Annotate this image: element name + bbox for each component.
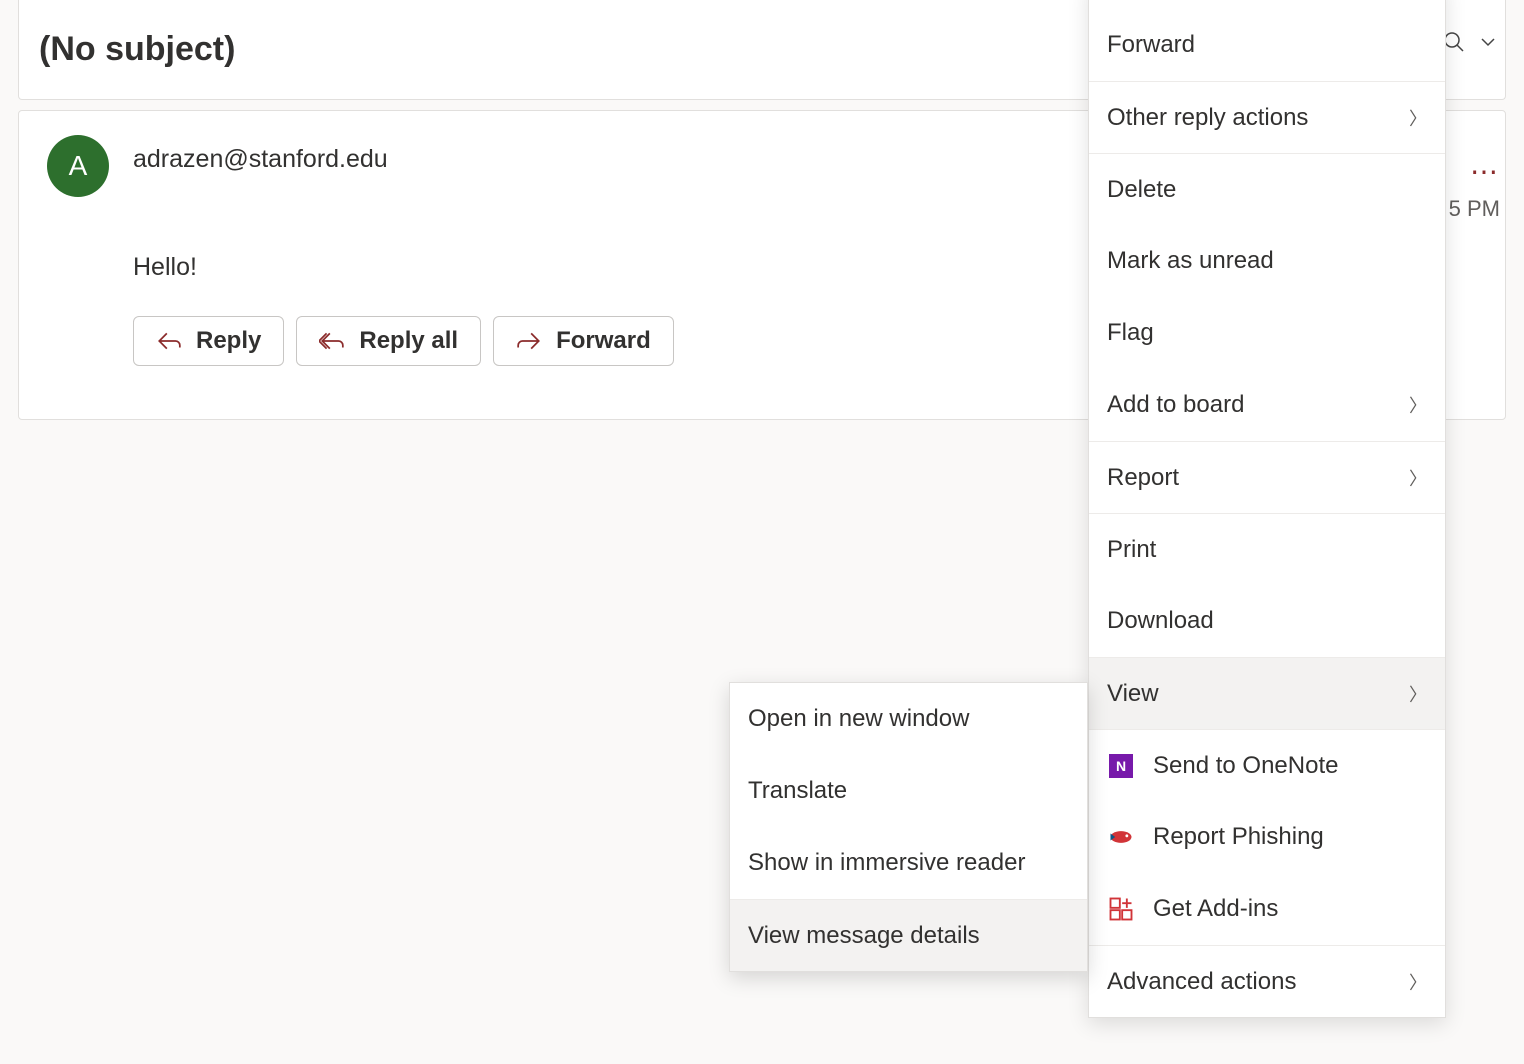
reply-button[interactable]: Reply <box>133 316 284 366</box>
submenu-translate[interactable]: Translate <box>730 755 1087 827</box>
avatar[interactable]: A <box>47 135 109 197</box>
reply-all-label: Reply all <box>359 327 458 355</box>
menu-reply-all[interactable]: Reply all <box>1089 0 1445 9</box>
reply-all-button[interactable]: Reply all <box>296 316 481 366</box>
menu-mark-unread[interactable]: Mark as unread <box>1089 225 1445 297</box>
menu-download[interactable]: Download <box>1089 585 1445 657</box>
reply-all-icon <box>319 328 345 354</box>
chevron-right-icon: 〉 <box>1409 392 1427 418</box>
top-right-controls <box>1442 30 1500 59</box>
submenu-view-message-details[interactable]: View message details <box>730 899 1087 971</box>
submenu-immersive-reader[interactable]: Show in immersive reader <box>730 827 1087 899</box>
menu-report[interactable]: Report 〉 <box>1089 441 1445 513</box>
chevron-right-icon: 〉 <box>1409 105 1427 131</box>
chevron-right-icon: 〉 <box>1409 681 1427 707</box>
context-menu: Reply all Forward Other reply actions 〉 … <box>1088 0 1446 1018</box>
view-submenu: Open in new window Translate Show in imm… <box>729 682 1088 972</box>
reply-icon <box>156 328 182 354</box>
more-actions-button[interactable]: ⋯ <box>1470 155 1500 188</box>
menu-view[interactable]: View 〉 <box>1089 657 1445 729</box>
reply-label: Reply <box>196 327 261 355</box>
menu-forward[interactable]: Forward <box>1089 9 1445 81</box>
addins-icon <box>1107 895 1135 923</box>
phishing-icon <box>1107 823 1135 851</box>
forward-button[interactable]: Forward <box>493 316 674 366</box>
menu-send-to-onenote[interactable]: N Send to OneNote <box>1089 729 1445 801</box>
forward-icon <box>516 328 542 354</box>
menu-print[interactable]: Print <box>1089 513 1445 585</box>
submenu-open-new-window[interactable]: Open in new window <box>730 683 1087 755</box>
forward-label: Forward <box>556 327 651 355</box>
menu-other-reply-actions[interactable]: Other reply actions 〉 <box>1089 81 1445 153</box>
menu-flag[interactable]: Flag <box>1089 297 1445 369</box>
menu-delete[interactable]: Delete <box>1089 153 1445 225</box>
sender-email[interactable]: adrazen@stanford.edu <box>133 145 388 174</box>
chevron-down-icon[interactable] <box>1476 30 1500 59</box>
avatar-initial: A <box>69 150 88 182</box>
subject-text: (No subject) <box>39 30 235 69</box>
chevron-right-icon: 〉 <box>1409 465 1427 491</box>
onenote-icon: N <box>1107 752 1135 780</box>
menu-get-addins[interactable]: Get Add-ins <box>1089 873 1445 945</box>
menu-advanced-actions[interactable]: Advanced actions 〉 <box>1089 945 1445 1017</box>
timestamp: 5 PM <box>1449 196 1500 222</box>
chevron-right-icon: 〉 <box>1409 969 1427 995</box>
menu-report-phishing[interactable]: Report Phishing <box>1089 801 1445 873</box>
menu-add-to-board[interactable]: Add to board 〉 <box>1089 369 1445 441</box>
